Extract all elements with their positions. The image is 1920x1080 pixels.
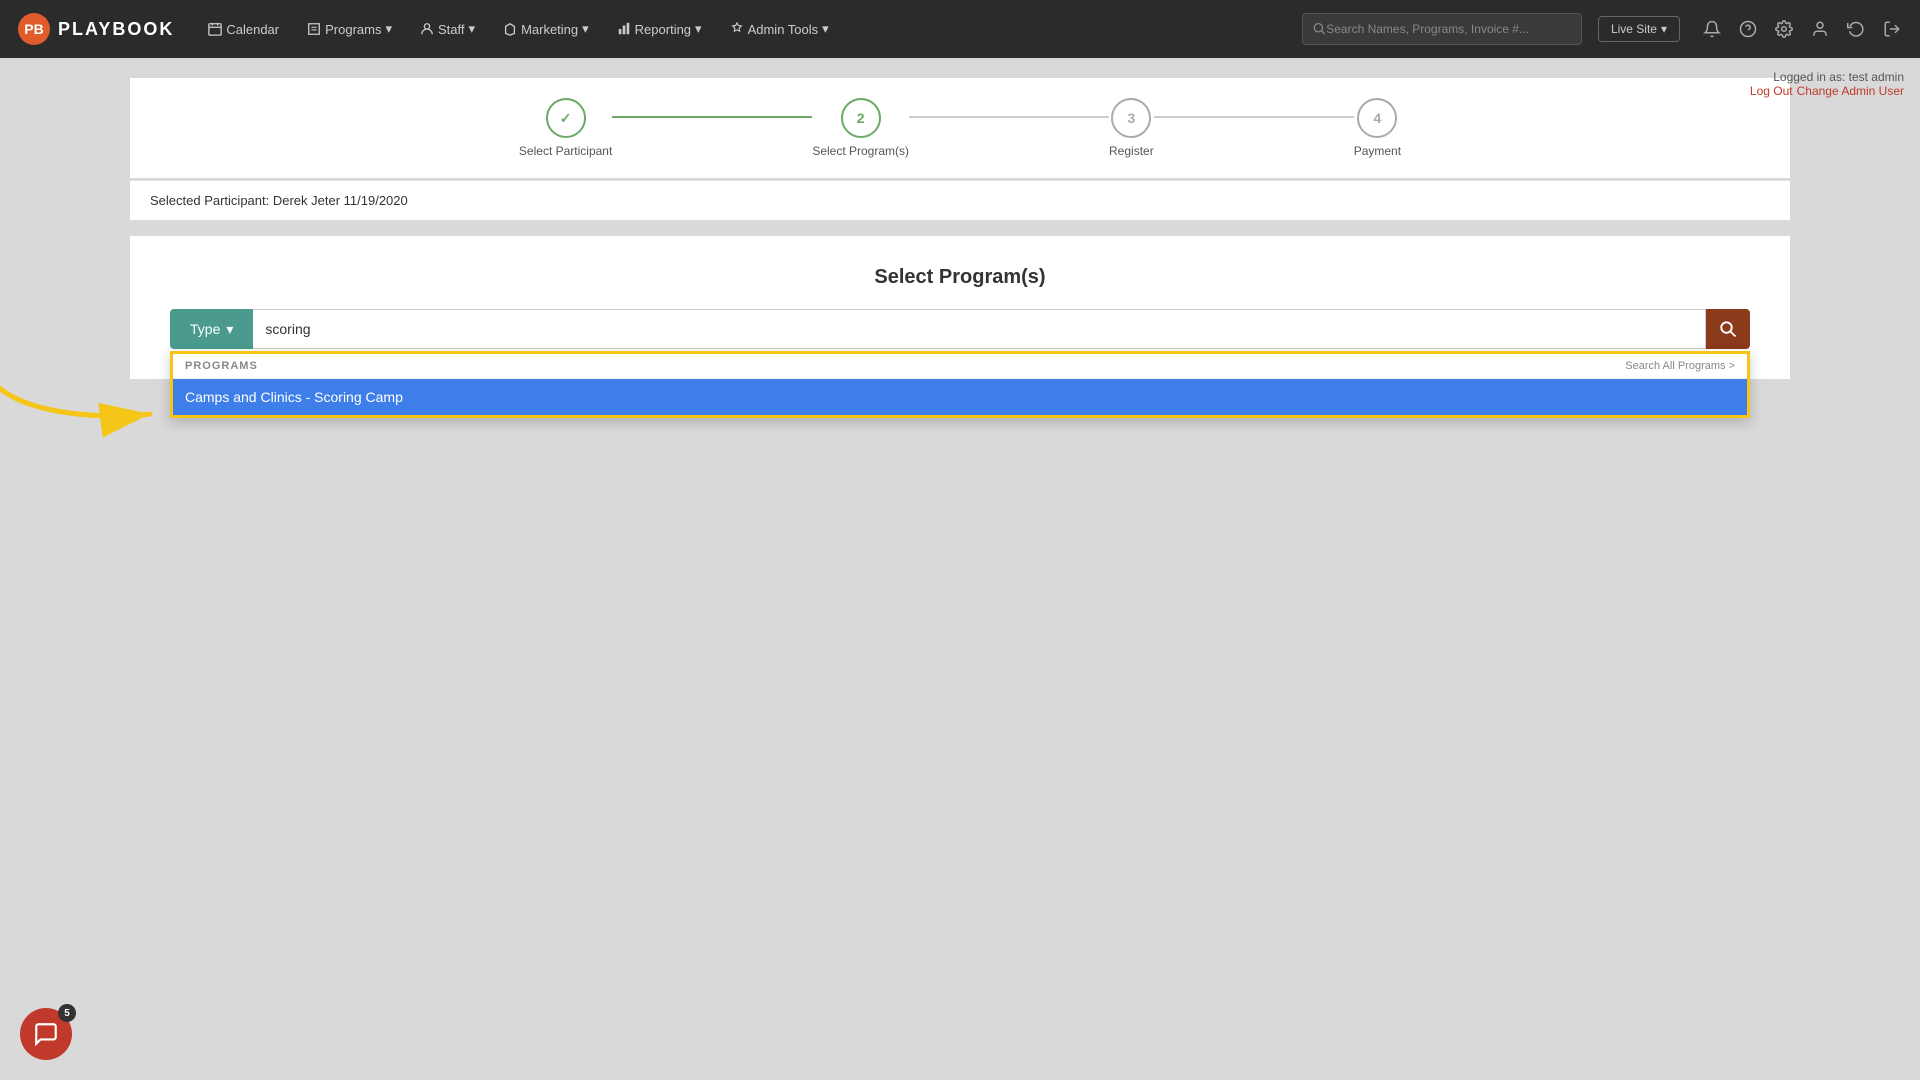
program-search-button[interactable] [1706,309,1750,349]
change-admin-link[interactable]: Change Admin User [1797,84,1904,98]
notifications-button[interactable] [1700,17,1724,41]
chat-badge: 5 [58,1004,76,1022]
stepper-container: ✓ Select Participant 2 Select Program(s)… [130,78,1790,178]
step-connector-2-3 [909,116,1109,118]
nav-reporting[interactable]: Reporting ▾ [607,15,712,43]
nav-staff-label: Staff [438,22,465,37]
nav-marketing[interactable]: Marketing ▾ [493,15,599,43]
nav-programs-label: Programs [325,22,381,37]
undo-button[interactable] [1844,17,1868,41]
logout-button[interactable] [1880,17,1904,41]
main-content: Logged in as: test admin Log OutChange A… [0,58,1920,1080]
live-site-chevron-icon: ▾ [1661,22,1667,36]
live-site-button[interactable]: Live Site ▾ [1598,16,1680,42]
program-search-input[interactable] [253,309,1706,349]
logged-in-text: Logged in as: test admin [1750,70,1904,84]
step-4: 4 Payment [1354,98,1401,158]
nav-reporting-label: Reporting [635,22,691,37]
type-button-label: Type [190,321,220,337]
selected-participant-text: Selected Participant: Derek Jeter 11/19/… [150,193,408,208]
step-3: 3 Register [1109,98,1154,158]
nav-programs[interactable]: Programs ▾ [297,15,402,43]
step-2: 2 Select Program(s) [812,98,909,158]
user-icon [1811,20,1829,38]
brand-name: PLAYBOOK [58,19,174,40]
dropdown-programs-label: PROGRAMS [185,360,258,372]
step-1-label: Select Participant [519,144,612,158]
program-dropdown-panel: PROGRAMS Search All Programs > Camps and… [170,351,1750,418]
brand-logo-icon: PB [16,11,52,47]
marketing-chevron-icon: ▾ [582,21,589,37]
live-site-label: Live Site [1611,22,1657,36]
type-chevron-icon: ▾ [226,321,233,338]
global-search-input[interactable] [1326,22,1571,36]
navbar-icons [1700,17,1904,41]
step-4-label: Payment [1354,144,1401,158]
help-icon [1739,20,1757,38]
programs-icon [307,22,321,36]
step-3-circle: 3 [1111,98,1151,138]
brand-logo-area[interactable]: PB PLAYBOOK [16,11,174,47]
marketing-icon [503,22,517,36]
admin-tools-chevron-icon: ▾ [822,21,829,37]
navbar: PB PLAYBOOK Calendar Programs ▾ Staff ▾ … [0,0,1920,58]
dropdown-header: PROGRAMS Search All Programs > [173,354,1747,379]
reporting-icon [617,22,631,36]
arrow-svg [0,339,170,459]
step-2-label: Select Program(s) [812,144,909,158]
step-3-label: Register [1109,144,1154,158]
reporting-chevron-icon: ▾ [695,21,702,37]
nav-admin-tools[interactable]: Admin Tools ▾ [720,15,839,43]
dropdown-item-0-label: Camps and Clinics - Scoring Camp [185,389,403,405]
participant-bar: Selected Participant: Derek Jeter 11/19/… [130,180,1790,220]
chat-icon [33,1021,59,1047]
undo-icon [1847,20,1865,38]
type-dropdown-button[interactable]: Type ▾ [170,309,253,349]
admin-tools-icon [730,22,744,36]
programs-section: Select Program(s) Type ▾ [130,236,1790,379]
search-icon [1719,320,1737,338]
step-connector-3-4 [1154,116,1354,118]
log-out-link[interactable]: Log OutChange Admin User [1750,84,1904,98]
help-button[interactable] [1736,17,1760,41]
search-and-dropdown-area: Type ▾ PROGRAMS Search All Programs > Ca… [170,309,1750,349]
calendar-icon [208,22,222,36]
step-1: ✓ Select Participant [519,98,612,158]
search-all-programs-link[interactable]: Search All Programs > [1625,360,1735,372]
step-4-circle: 4 [1357,98,1397,138]
nav-marketing-label: Marketing [521,22,578,37]
arrow-annotation [0,339,170,464]
nav-calendar-label: Calendar [226,22,279,37]
svg-text:PB: PB [24,21,43,37]
chat-widget[interactable]: 5 [20,1008,72,1060]
settings-button[interactable] [1772,17,1796,41]
step-1-circle: ✓ [546,98,586,138]
program-search-row: Type ▾ [170,309,1750,349]
dropdown-item-0[interactable]: Camps and Clinics - Scoring Camp [173,379,1747,415]
logout-icon [1883,20,1901,38]
nav-admin-tools-label: Admin Tools [748,22,819,37]
user-info-panel: Logged in as: test admin Log OutChange A… [1750,70,1904,98]
programs-chevron-icon: ▾ [385,21,392,37]
bell-icon [1703,20,1721,38]
user-profile-button[interactable] [1808,17,1832,41]
global-search-icon [1313,22,1326,36]
nav-calendar[interactable]: Calendar [198,16,289,43]
nav-staff[interactable]: Staff ▾ [410,15,485,43]
programs-section-title: Select Program(s) [170,266,1750,289]
step-2-circle: 2 [841,98,881,138]
step-connector-1-2 [612,116,812,118]
staff-icon [420,22,434,36]
gear-icon [1775,20,1793,38]
staff-chevron-icon: ▾ [469,21,476,37]
global-search-bar[interactable] [1302,13,1582,45]
